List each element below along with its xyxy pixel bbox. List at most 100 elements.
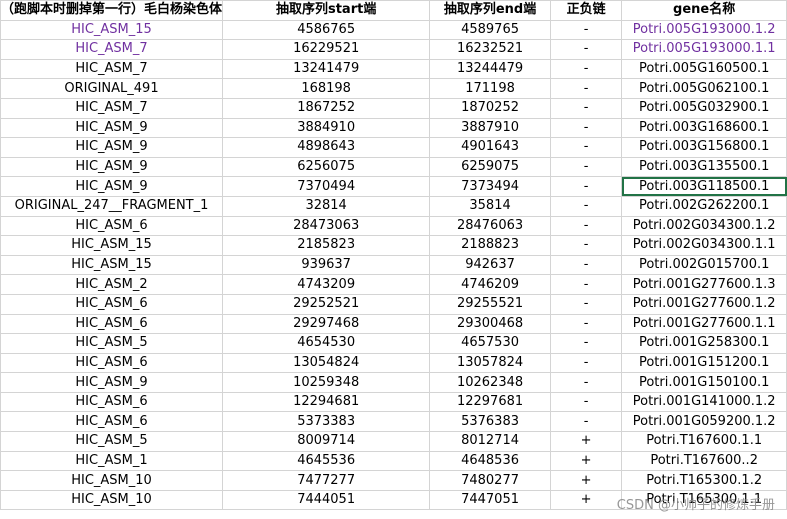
start-cell[interactable]: 3884910 — [222, 117, 431, 139]
header-chromosome[interactable]: （跑脚本时删掉第一行）毛白杨染色体 — [0, 0, 224, 21]
start-cell[interactable]: 10259348 — [222, 372, 431, 393]
strand-cell[interactable]: - — [549, 156, 623, 178]
header-start[interactable]: 抽取序列start端 — [222, 0, 431, 21]
strand-cell[interactable]: - — [549, 137, 623, 158]
start-cell[interactable]: 29297468 — [222, 313, 431, 335]
chromosome-cell[interactable]: HIC_ASM_6 — [0, 352, 224, 374]
gene-name-cell[interactable]: Potri.005G193000.1.1 — [621, 39, 787, 60]
gene-name-cell[interactable]: Potri.005G193000.1.2 — [621, 19, 787, 41]
header-gene-name[interactable]: gene名称 — [621, 0, 787, 21]
start-cell[interactable]: 2185823 — [222, 235, 431, 256]
start-cell[interactable]: 28473063 — [222, 215, 431, 237]
gene-name-cell[interactable]: Potri.003G168600.1 — [621, 117, 787, 139]
chromosome-cell[interactable]: HIC_ASM_7 — [0, 39, 224, 60]
chromosome-cell[interactable]: HIC_ASM_6 — [0, 215, 224, 237]
end-cell[interactable]: 28476063 — [429, 215, 551, 237]
start-cell[interactable]: 168198 — [222, 78, 431, 99]
end-cell[interactable]: 35814 — [429, 195, 551, 217]
strand-cell[interactable]: - — [549, 117, 623, 139]
chromosome-cell[interactable]: HIC_ASM_7 — [0, 58, 224, 80]
end-cell[interactable]: 16232521 — [429, 39, 551, 60]
gene-name-cell[interactable]: Potri.T165300.1.2 — [621, 470, 787, 491]
chromosome-cell[interactable]: HIC_ASM_6 — [0, 411, 224, 433]
strand-cell[interactable]: - — [549, 195, 623, 217]
gene-name-cell[interactable]: Potri.002G015700.1 — [621, 254, 787, 276]
strand-cell[interactable]: + — [549, 450, 623, 472]
strand-cell[interactable]: - — [549, 293, 623, 315]
gene-name-cell[interactable]: Potri.001G258300.1 — [621, 333, 787, 354]
strand-cell[interactable]: - — [549, 411, 623, 433]
gene-name-cell[interactable]: Potri.003G135500.1 — [621, 156, 787, 178]
start-cell[interactable]: 4586765 — [222, 19, 431, 41]
gene-name-cell[interactable]: Potri.005G032900.1 — [621, 97, 787, 119]
gene-name-cell[interactable]: Potri.003G118500.1 — [621, 176, 787, 197]
start-cell[interactable]: 7477277 — [222, 470, 431, 491]
strand-cell[interactable]: - — [549, 235, 623, 256]
chromosome-cell[interactable]: ORIGINAL_247__FRAGMENT_1 — [0, 195, 224, 217]
chromosome-cell[interactable]: HIC_ASM_7 — [0, 97, 224, 119]
gene-name-cell[interactable]: Potri.005G160500.1 — [621, 58, 787, 80]
strand-cell[interactable]: + — [549, 470, 623, 491]
end-cell[interactable]: 171198 — [429, 78, 551, 99]
chromosome-cell[interactable]: HIC_ASM_9 — [0, 176, 224, 197]
end-cell[interactable]: 3887910 — [429, 117, 551, 139]
start-cell[interactable]: 13054824 — [222, 352, 431, 374]
strand-cell[interactable]: + — [549, 431, 623, 452]
end-cell[interactable]: 5376383 — [429, 411, 551, 433]
header-strand[interactable]: 正负链 — [549, 0, 623, 21]
chromosome-cell[interactable]: HIC_ASM_15 — [0, 235, 224, 256]
chromosome-cell[interactable]: HIC_ASM_6 — [0, 391, 224, 413]
end-cell[interactable]: 7373494 — [429, 176, 551, 197]
strand-cell[interactable]: - — [549, 78, 623, 99]
chromosome-cell[interactable]: HIC_ASM_6 — [0, 293, 224, 315]
strand-cell[interactable]: - — [549, 215, 623, 237]
chromosome-cell[interactable]: HIC_ASM_9 — [0, 156, 224, 178]
chromosome-cell[interactable]: HIC_ASM_6 — [0, 313, 224, 335]
gene-name-cell[interactable]: Potri.001G059200.1.2 — [621, 411, 787, 433]
strand-cell[interactable]: + — [549, 489, 623, 511]
gene-name-cell[interactable]: Potri.001G141000.1.2 — [621, 391, 787, 413]
end-cell[interactable]: 6259075 — [429, 156, 551, 178]
end-cell[interactable]: 10262348 — [429, 372, 551, 393]
end-cell[interactable]: 942637 — [429, 254, 551, 276]
chromosome-cell[interactable]: HIC_ASM_2 — [0, 274, 224, 295]
chromosome-cell[interactable]: HIC_ASM_15 — [0, 254, 224, 276]
end-cell[interactable]: 13057824 — [429, 352, 551, 374]
gene-name-cell[interactable]: Potri.001G277600.1.3 — [621, 274, 787, 295]
start-cell[interactable]: 4654530 — [222, 333, 431, 354]
chromosome-cell[interactable]: HIC_ASM_5 — [0, 431, 224, 452]
strand-cell[interactable]: - — [549, 352, 623, 374]
gene-name-cell[interactable]: Potri.002G262200.1 — [621, 195, 787, 217]
start-cell[interactable]: 4898643 — [222, 137, 431, 158]
header-end[interactable]: 抽取序列end端 — [429, 0, 551, 21]
gene-name-cell[interactable]: Potri.T167600.1.1 — [621, 431, 787, 452]
start-cell[interactable]: 12294681 — [222, 391, 431, 413]
start-cell[interactable]: 4645536 — [222, 450, 431, 472]
chromosome-cell[interactable]: HIC_ASM_15 — [0, 19, 224, 41]
start-cell[interactable]: 32814 — [222, 195, 431, 217]
chromosome-cell[interactable]: HIC_ASM_5 — [0, 333, 224, 354]
end-cell[interactable]: 4901643 — [429, 137, 551, 158]
end-cell[interactable]: 7480277 — [429, 470, 551, 491]
strand-cell[interactable]: - — [549, 58, 623, 80]
start-cell[interactable]: 6256075 — [222, 156, 431, 178]
strand-cell[interactable]: - — [549, 391, 623, 413]
strand-cell[interactable]: - — [549, 39, 623, 60]
start-cell[interactable]: 7370494 — [222, 176, 431, 197]
end-cell[interactable]: 8012714 — [429, 431, 551, 452]
end-cell[interactable]: 1870252 — [429, 97, 551, 119]
strand-cell[interactable]: - — [549, 97, 623, 119]
end-cell[interactable]: 7447051 — [429, 489, 551, 511]
end-cell[interactable]: 2188823 — [429, 235, 551, 256]
chromosome-cell[interactable]: HIC_ASM_9 — [0, 137, 224, 158]
start-cell[interactable]: 4743209 — [222, 274, 431, 295]
gene-name-cell[interactable]: Potri.001G151200.1 — [621, 352, 787, 374]
gene-name-cell[interactable]: Potri.003G156800.1 — [621, 137, 787, 158]
strand-cell[interactable]: - — [549, 254, 623, 276]
strand-cell[interactable]: - — [549, 313, 623, 335]
start-cell[interactable]: 16229521 — [222, 39, 431, 60]
strand-cell[interactable]: - — [549, 372, 623, 393]
start-cell[interactable]: 5373383 — [222, 411, 431, 433]
strand-cell[interactable]: - — [549, 19, 623, 41]
start-cell[interactable]: 29252521 — [222, 293, 431, 315]
